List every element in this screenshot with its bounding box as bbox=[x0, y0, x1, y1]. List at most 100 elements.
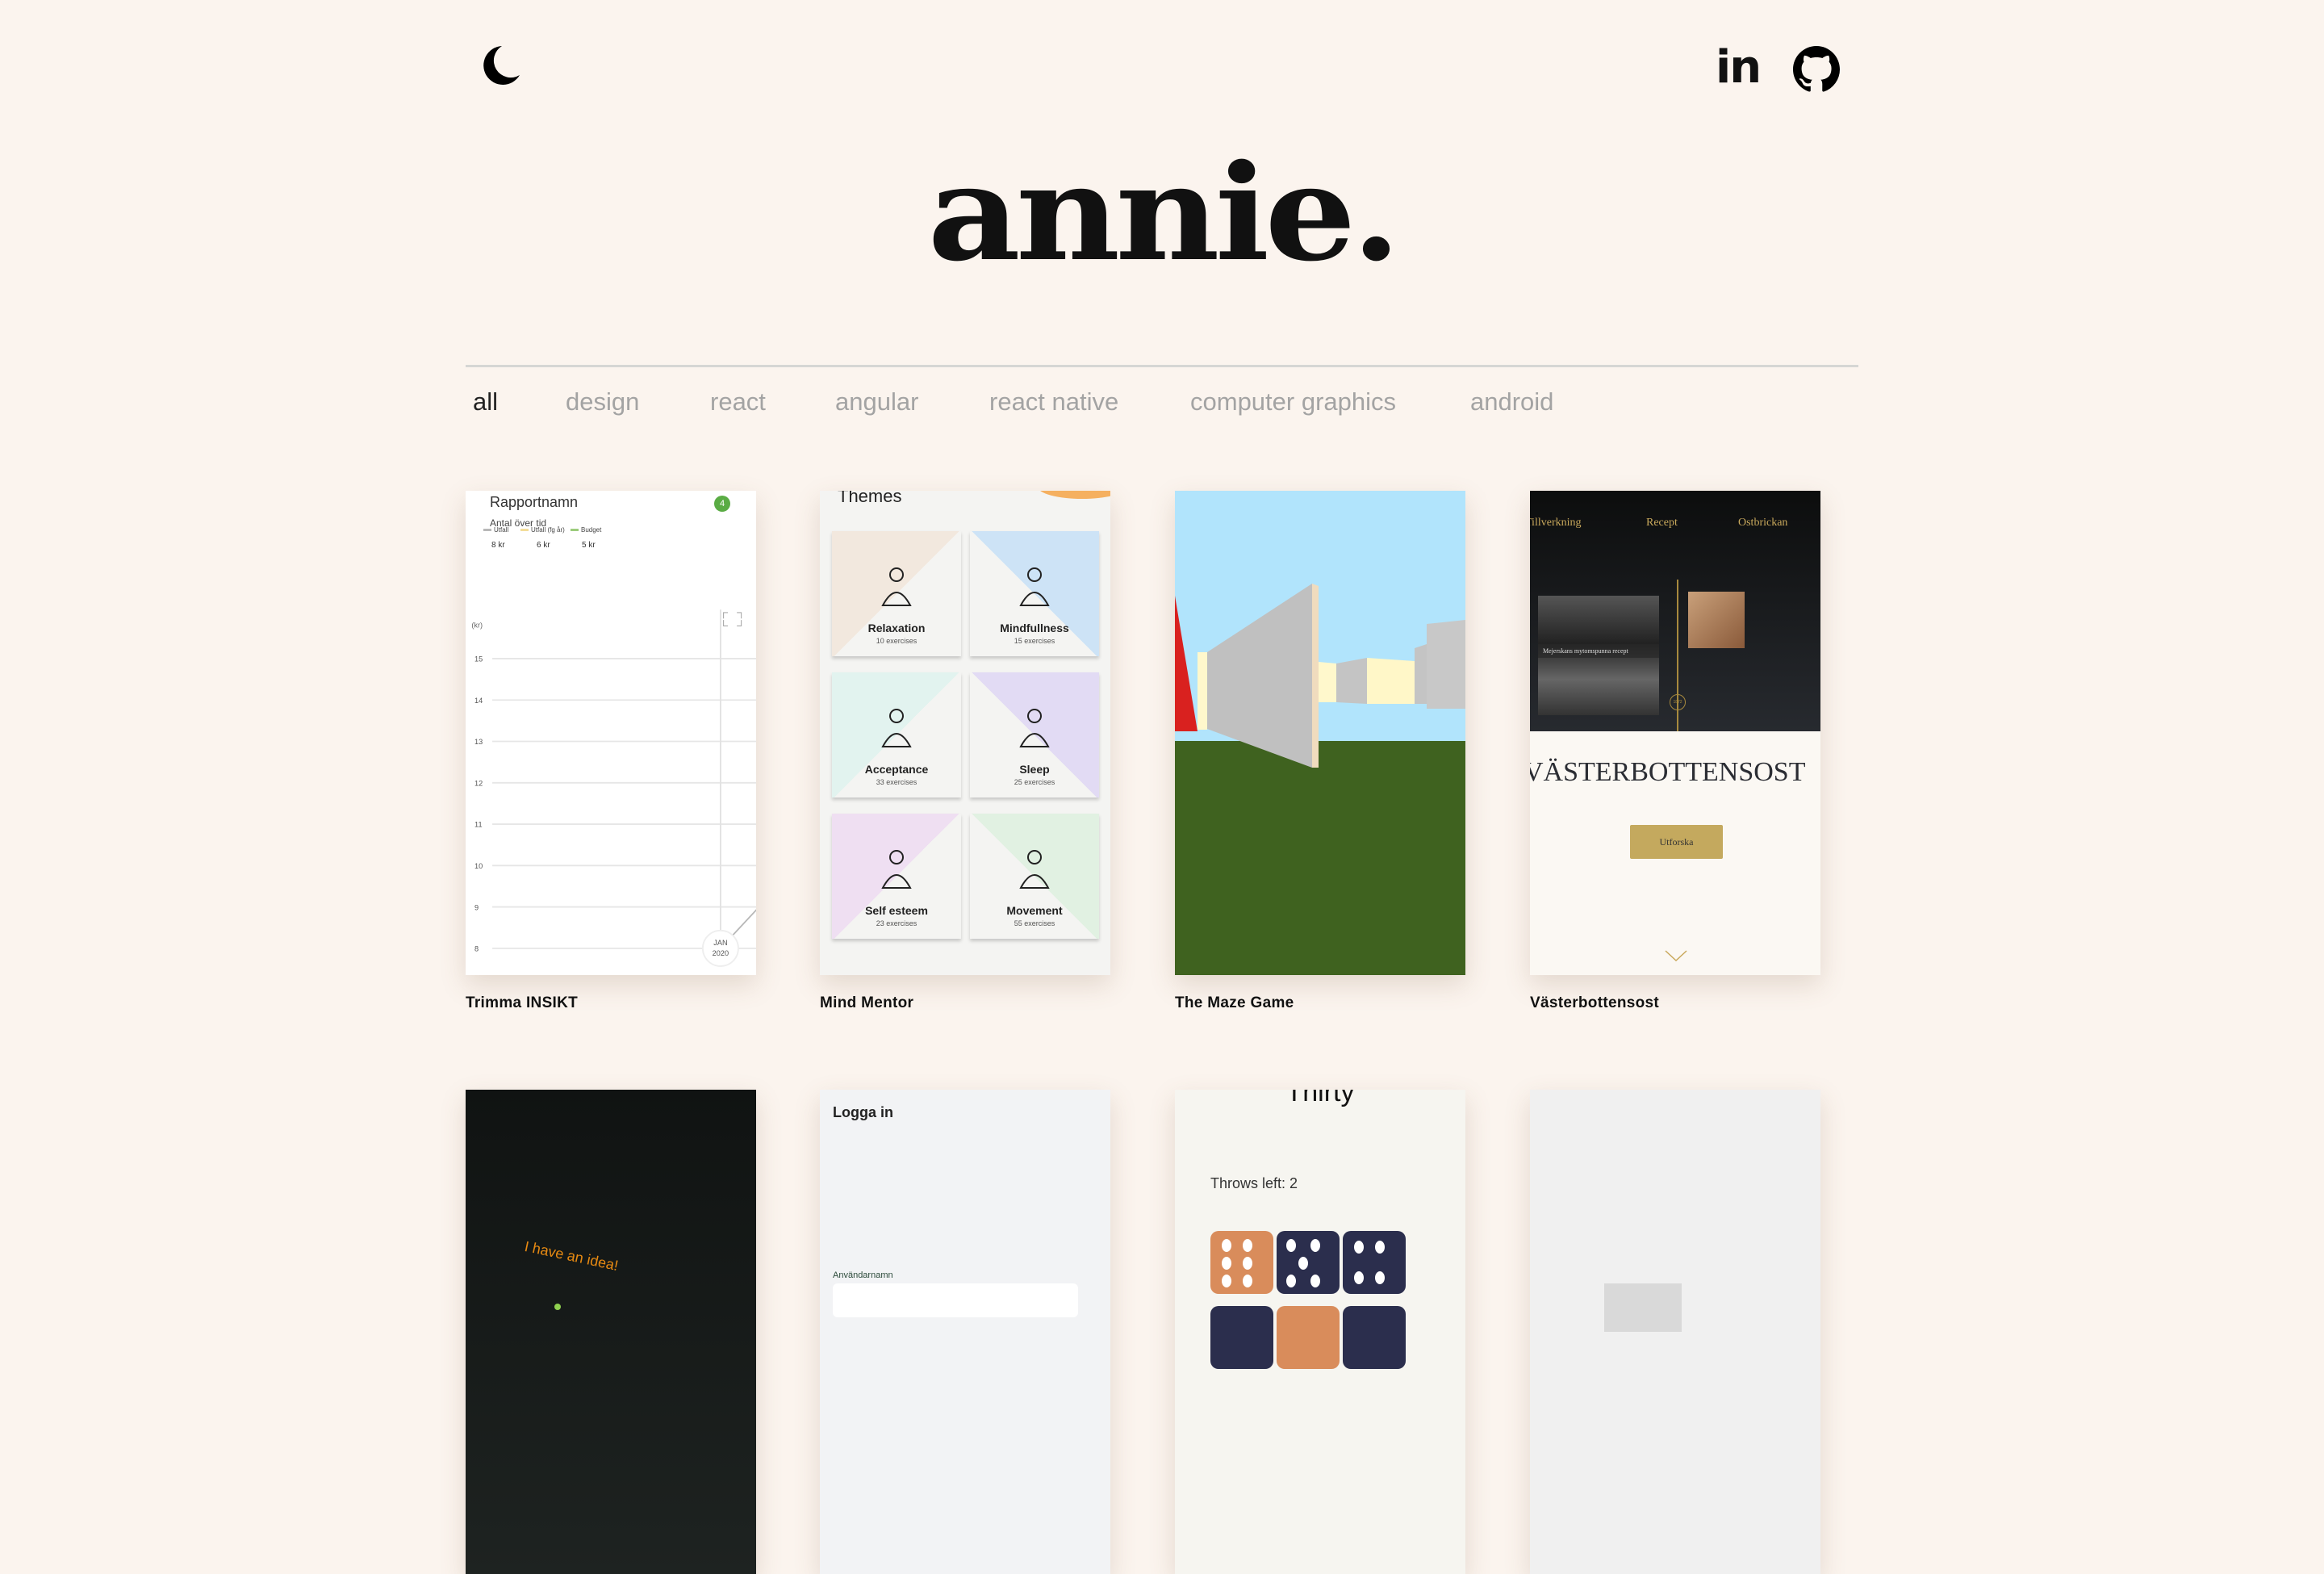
meditation-icon bbox=[881, 567, 912, 606]
series-line bbox=[720, 909, 756, 949]
die[interactable] bbox=[1277, 1231, 1340, 1294]
project-card-vasterbottensost[interactable]: Tillverkning Recept Ostbrickan Mejerskan… bbox=[1530, 491, 1820, 975]
username-input[interactable] bbox=[833, 1283, 1078, 1317]
pip bbox=[1310, 1239, 1320, 1252]
project-card-trimma[interactable]: Rapportnamn Antal över tid 4 (kr)1234567… bbox=[466, 491, 756, 975]
tile-count: 10 exercises bbox=[876, 637, 917, 645]
nav-ostbrickan[interactable]: Ostbrickan bbox=[1738, 517, 1787, 530]
filter-react-native[interactable]: react native bbox=[989, 387, 1118, 417]
linkedin-icon[interactable]: in bbox=[1716, 45, 1762, 90]
divider bbox=[466, 365, 1858, 367]
legend-label: Utfall bbox=[494, 526, 509, 534]
legend-value: 5 kr bbox=[582, 541, 596, 550]
filter-computer-graphics[interactable]: computer graphics bbox=[1190, 387, 1396, 417]
tile-count: 23 exercises bbox=[876, 919, 917, 927]
project-card-maze-game[interactable] bbox=[1175, 491, 1465, 975]
project-card-mind-mentor[interactable]: Themes Relaxation 10 exercises Mindfullnes… bbox=[820, 491, 1110, 975]
timeline-year: 1872 bbox=[1670, 694, 1686, 710]
theme-toggle-moon-icon[interactable] bbox=[481, 44, 521, 86]
legend-label: Utfall (fg år) bbox=[531, 526, 565, 534]
site-title: annie. bbox=[927, 135, 1401, 291]
timeline-photo: Mejerskans mytomspunna recept bbox=[1538, 596, 1659, 715]
nav-tillverkning[interactable]: Tillverkning bbox=[1530, 517, 1582, 530]
moon-sleep-icon bbox=[1019, 709, 1050, 747]
idea-text: I have an idea! bbox=[523, 1237, 620, 1275]
tile-name: Relaxation bbox=[867, 622, 926, 634]
project-card-thirty[interactable]: Thirty Throws left: 2 bbox=[1175, 1090, 1465, 1574]
tile-count: 15 exercises bbox=[1014, 637, 1055, 645]
pip bbox=[1286, 1239, 1296, 1252]
filter-angular[interactable]: angular bbox=[835, 387, 918, 417]
tile-name: Movement bbox=[1006, 904, 1063, 917]
tile-name: Self esteem bbox=[865, 904, 928, 917]
login-heading: Logga in bbox=[833, 1104, 893, 1120]
game-title: Thirty bbox=[1285, 1090, 1355, 1107]
pip bbox=[1286, 1275, 1296, 1287]
theme-tile[interactable]: Acceptance 33 exercises bbox=[832, 672, 961, 797]
pip bbox=[1243, 1257, 1252, 1270]
filter-design[interactable]: design bbox=[566, 387, 639, 417]
project-title[interactable]: The Maze Game bbox=[1175, 994, 1294, 1012]
filter-android[interactable]: android bbox=[1470, 387, 1553, 417]
legend-marker bbox=[571, 529, 579, 532]
heart-icon bbox=[881, 709, 912, 747]
pip bbox=[1298, 1257, 1308, 1270]
pip bbox=[1222, 1257, 1231, 1270]
mirror-icon bbox=[881, 850, 912, 889]
theme-tile[interactable]: Self esteem 23 exercises bbox=[832, 814, 961, 939]
nav-recept[interactable]: Recept bbox=[1646, 517, 1678, 530]
legend-item[interactable]: Utfall (fg år) bbox=[520, 526, 565, 534]
themes-heading: Themes bbox=[838, 491, 902, 506]
project-title[interactable]: Trimma INSIKT bbox=[466, 994, 578, 1012]
die[interactable] bbox=[1210, 1231, 1273, 1294]
image-placeholder bbox=[1604, 1283, 1682, 1332]
year-label: 2020 bbox=[713, 949, 729, 957]
filter-react[interactable]: react bbox=[710, 387, 766, 417]
github-icon[interactable] bbox=[1793, 46, 1840, 93]
chevron-down-icon[interactable] bbox=[1664, 949, 1688, 962]
month-label: JAN bbox=[713, 939, 727, 947]
theme-tile[interactable]: Relaxation 10 exercises bbox=[832, 531, 961, 656]
explore-button[interactable]: Utforska bbox=[1630, 825, 1723, 859]
theme-tile[interactable]: Mindfullness 15 exercises bbox=[970, 531, 1099, 656]
project-card-placeholder[interactable] bbox=[1530, 1090, 1820, 1574]
throws-left: Throws left: 2 bbox=[1210, 1175, 1298, 1191]
pip bbox=[1310, 1275, 1320, 1287]
theme-tile[interactable]: Movement 55 exercises bbox=[970, 814, 1099, 939]
selected-month bbox=[701, 929, 739, 967]
y-tick-label: 11 bbox=[474, 821, 483, 829]
pip bbox=[1222, 1239, 1231, 1252]
project-title[interactable]: Västerbottensost bbox=[1530, 994, 1659, 1012]
legend-marker bbox=[520, 529, 529, 532]
theme-tile[interactable]: Sleep 25 exercises bbox=[970, 672, 1099, 797]
pip bbox=[1354, 1241, 1364, 1254]
tile-count: 25 exercises bbox=[1014, 778, 1055, 786]
legend-item[interactable]: Budget bbox=[571, 526, 601, 534]
linkedin-label: in bbox=[1716, 41, 1762, 94]
y-tick-label: 10 bbox=[474, 862, 483, 870]
y-tick-label: 14 bbox=[474, 697, 483, 705]
tile-name: Mindfullness bbox=[1000, 622, 1069, 634]
pip bbox=[1243, 1239, 1252, 1252]
green-light bbox=[554, 1304, 561, 1310]
project-title[interactable]: Mind Mentor bbox=[820, 994, 913, 1012]
orange-shape bbox=[1038, 491, 1110, 499]
legend-value: 8 kr bbox=[491, 541, 505, 550]
project-card-login[interactable]: Logga in Användarnamn bbox=[820, 1090, 1110, 1574]
project-card-idea[interactable]: I have an idea! bbox=[466, 1090, 756, 1574]
y-tick-label: 12 bbox=[474, 779, 483, 787]
legend-label: Budget bbox=[581, 526, 602, 534]
legend-marker bbox=[483, 529, 491, 532]
pip bbox=[1354, 1271, 1364, 1284]
tile-count: 55 exercises bbox=[1014, 919, 1055, 927]
legend-item[interactable]: Utfall bbox=[483, 526, 508, 534]
filter-all[interactable]: all bbox=[473, 387, 498, 417]
y-tick-label: 13 bbox=[474, 738, 483, 746]
pip bbox=[1243, 1275, 1252, 1287]
username-label: Användarnamn bbox=[833, 1271, 893, 1280]
y-tick-label: 15 bbox=[474, 655, 483, 664]
legend-value: 6 kr bbox=[537, 541, 550, 550]
die[interactable] bbox=[1343, 1231, 1406, 1294]
photo-caption: Mejerskans mytomspunna recept bbox=[1538, 644, 1659, 658]
line-chart: (kr)123456789101112131415JAN2020FEB2020M… bbox=[466, 609, 756, 969]
